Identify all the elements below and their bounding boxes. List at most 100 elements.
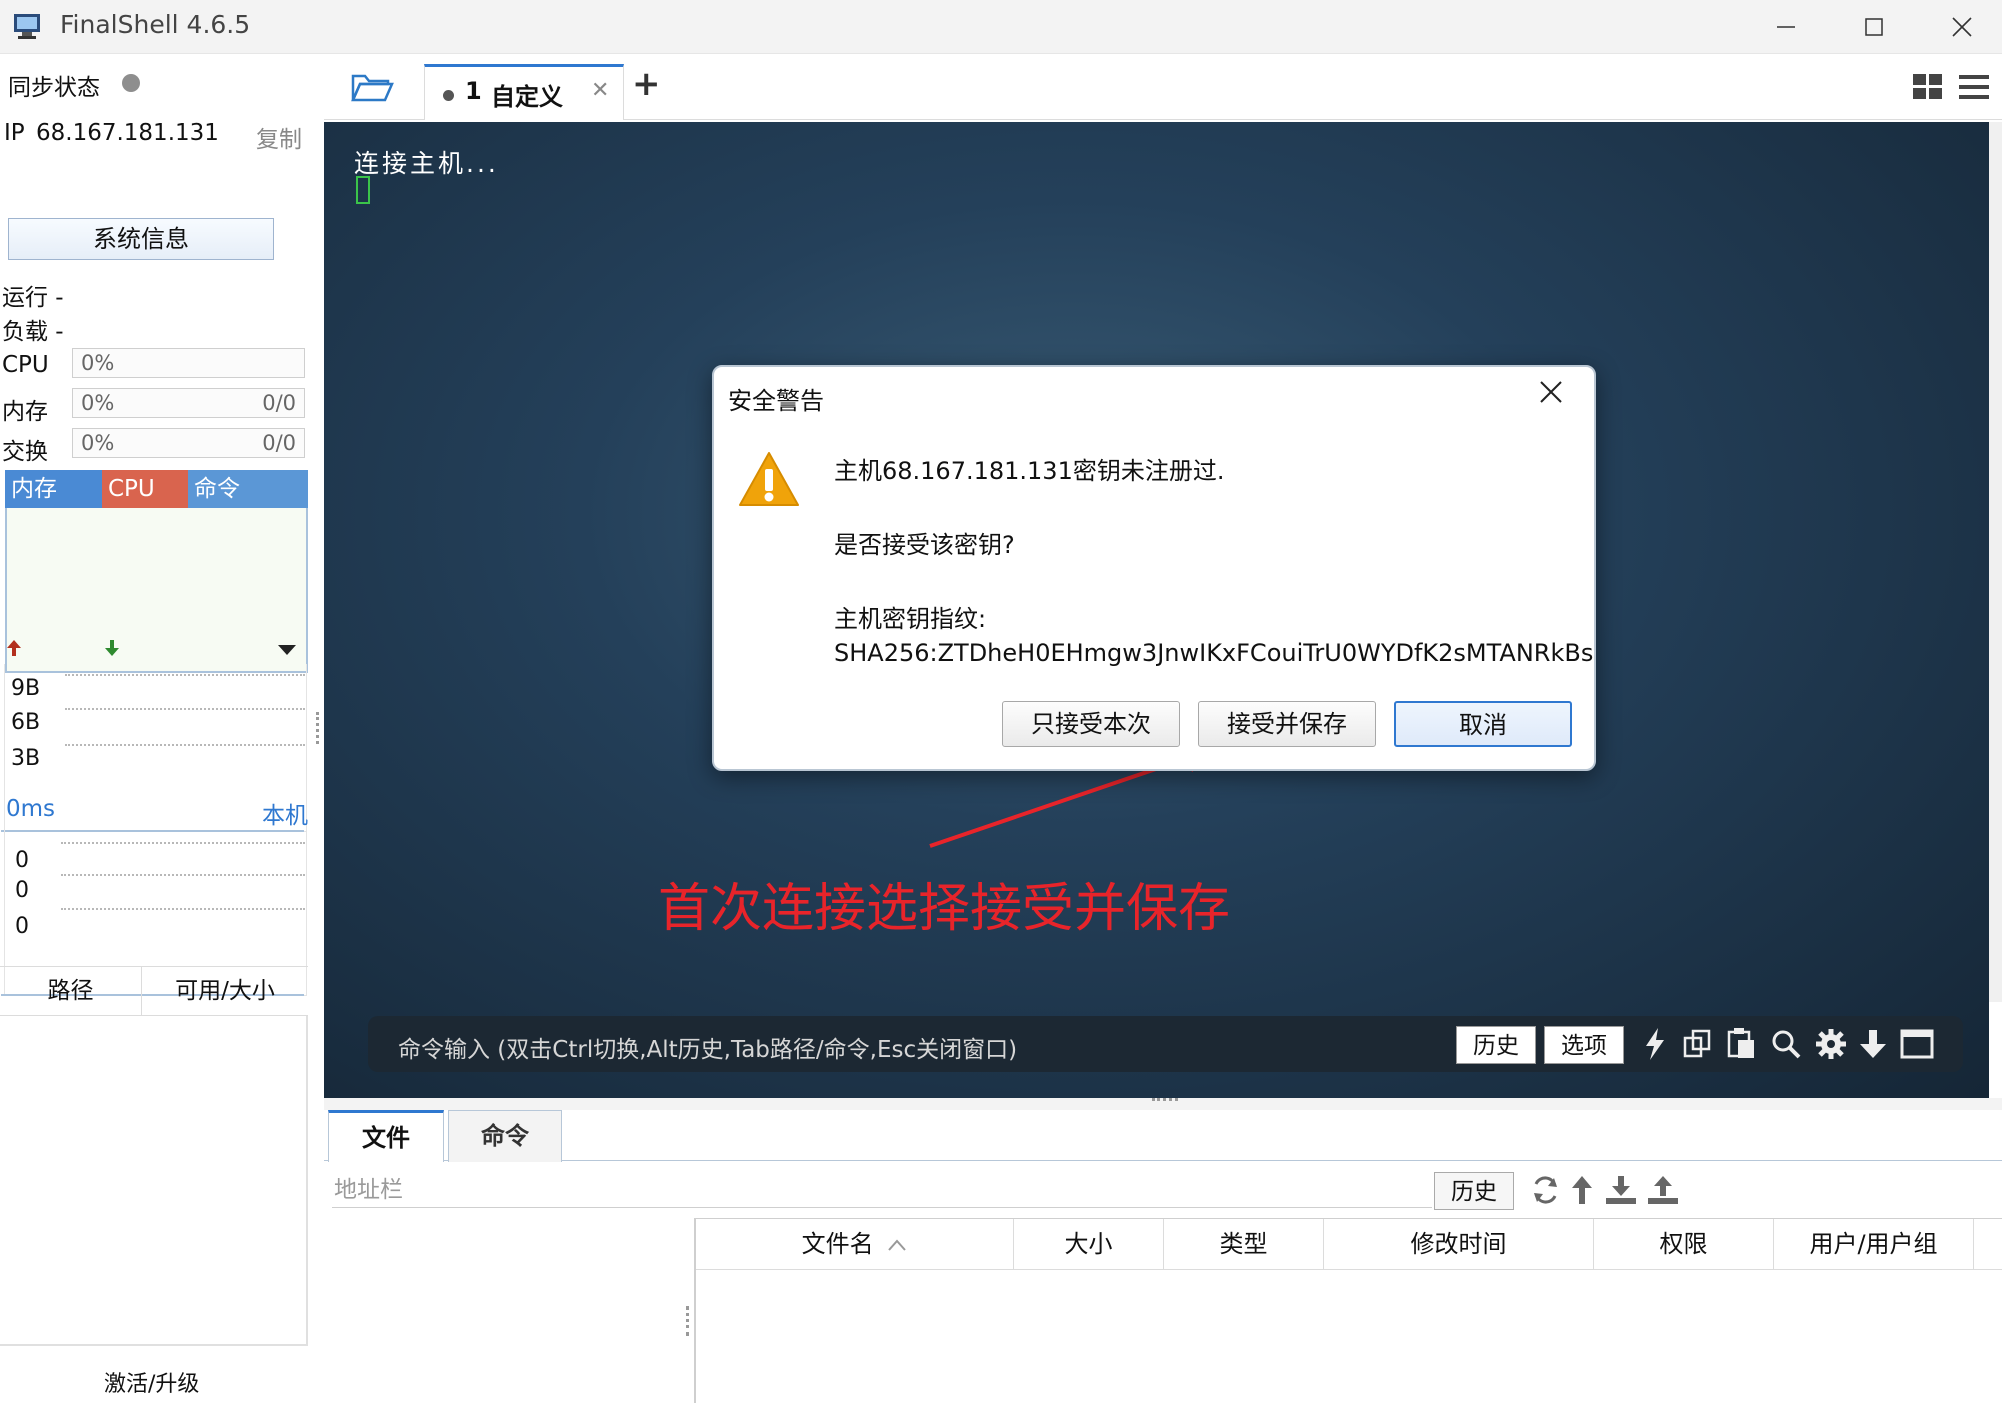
download-file-button[interactable]	[1604, 1174, 1638, 1210]
close-icon	[1952, 17, 1972, 37]
accept-once-button[interactable]: 只接受本次	[1002, 701, 1180, 747]
cancel-button[interactable]: 取消	[1394, 701, 1572, 747]
arrow-down-icon	[1860, 1030, 1886, 1058]
disk-table-header: 路径 可用/大小	[0, 966, 308, 1016]
proc-col-mem[interactable]: 内存	[5, 470, 102, 508]
window-title: FinalShell 4.6.5	[60, 10, 251, 39]
command-options-button[interactable]: 选项	[1544, 1026, 1624, 1064]
net-tick: 9B	[11, 676, 41, 701]
left-panel: 同步状态 IP 68.167.181.131 复制 系统信息 运行 - 负载 -…	[0, 54, 324, 1403]
quick-command-button[interactable]	[1640, 1026, 1670, 1066]
cpu-label: CPU	[2, 352, 49, 378]
accept-and-save-button[interactable]: 接受并保存	[1198, 701, 1376, 747]
col-type[interactable]: 类型	[1164, 1219, 1324, 1269]
latency-value: 0ms	[6, 796, 56, 822]
col-permissions[interactable]: 权限	[1594, 1219, 1774, 1269]
ip-label: IP	[4, 120, 25, 146]
tab-files[interactable]: 文件	[328, 1110, 444, 1162]
upload-icon	[1648, 1176, 1678, 1204]
load-status: 负载 -	[2, 319, 64, 345]
gear-icon	[1816, 1029, 1846, 1059]
process-list-header: 内存 CPU 命令	[5, 470, 308, 508]
col-owner[interactable]: 用户/用户组	[1774, 1219, 1974, 1269]
left-splitter-handle[interactable]	[316, 712, 320, 744]
copy-ip-link[interactable]: 复制	[256, 120, 302, 154]
file-tabs-baseline	[324, 1160, 2002, 1161]
command-input-placeholder[interactable]: 命令输入 (双击Ctrl切换,Alt历史,Tab路径/命令,Esc关闭窗口)	[398, 1030, 1017, 1064]
settings-button[interactable]	[1814, 1027, 1848, 1065]
disk-col-path[interactable]: 路径	[0, 967, 142, 1015]
maximize-button[interactable]	[1830, 0, 1918, 54]
copy-icon	[1683, 1029, 1711, 1058]
session-tab-bar: 1 自定义 ✕ +	[324, 54, 2002, 120]
network-interface-dropdown[interactable]	[276, 642, 298, 661]
swap-total: 0/0	[262, 431, 296, 455]
swap-value: 0%	[81, 431, 115, 455]
hamburger-menu-icon	[1959, 75, 1989, 99]
security-warning-dialog: 安全警告 主机68.167.181.131密钥未注册过. 是否接受该密钥? 主机…	[712, 365, 1596, 771]
col-filename[interactable]: 文件名	[696, 1219, 1014, 1269]
mem-label: 内存	[2, 399, 48, 425]
dialog-message-host: 主机68.167.181.131密钥未注册过.	[834, 457, 1225, 485]
address-history-button[interactable]: 历史	[1434, 1172, 1514, 1210]
tab-status-dot	[443, 90, 454, 101]
parent-dir-button[interactable]	[1570, 1174, 1594, 1210]
main-menu-button[interactable]	[1958, 72, 1990, 106]
dialog-close-button[interactable]	[1538, 379, 1564, 409]
grid-icon	[1913, 74, 1942, 99]
col-filename-label: 文件名	[801, 1230, 874, 1258]
upload-icon	[4, 638, 24, 662]
search-button[interactable]	[1770, 1028, 1802, 1064]
tab-commands[interactable]: 命令	[448, 1110, 562, 1162]
proc-col-cpu[interactable]: CPU	[102, 470, 188, 508]
minimize-button[interactable]	[1742, 0, 1830, 54]
add-tab-button[interactable]: +	[632, 64, 661, 104]
title-bar: FinalShell 4.6.5	[0, 0, 2002, 54]
tab-label: 自定义	[491, 83, 563, 111]
system-info-button[interactable]: 系统信息	[8, 218, 274, 260]
refresh-button[interactable]	[1530, 1174, 1560, 1210]
window-icon	[1900, 1029, 1934, 1059]
open-folder-button[interactable]	[350, 70, 394, 108]
search-icon	[1772, 1030, 1801, 1059]
horizontal-splitter[interactable]	[324, 1098, 2002, 1110]
latency-tick: 0	[15, 878, 29, 903]
command-input-bar[interactable]: 命令输入 (双击Ctrl切换,Alt历史,Tab路径/命令,Esc关闭窗口) 历…	[368, 1016, 1963, 1072]
session-tab-active[interactable]: 1 自定义 ✕	[424, 64, 624, 120]
latency-host[interactable]: 本机	[262, 796, 308, 830]
proc-col-command[interactable]: 命令	[188, 470, 308, 508]
activate-upgrade-link[interactable]: 激活/升级	[104, 1366, 199, 1398]
folder-icon	[351, 74, 394, 102]
col-size[interactable]: 大小	[1014, 1219, 1164, 1269]
maximize-icon	[1865, 18, 1883, 36]
annotation-text: 首次连接选择接受并保存	[658, 879, 1231, 939]
dialog-fingerprint-value: SHA256:ZTDheH0EHmgw3JnwIKxFCouiTrU0WYDfK…	[834, 639, 1594, 667]
mem-meter: 0% 0/0	[72, 388, 305, 418]
terminal-scrollbar[interactable]	[1989, 122, 2002, 1002]
command-history-button[interactable]: 历史	[1456, 1026, 1536, 1064]
disk-col-size[interactable]: 可用/大小	[142, 967, 308, 1015]
layout-toggle-button[interactable]	[1912, 72, 1944, 106]
close-window-button[interactable]	[1918, 0, 2002, 54]
copy-button[interactable]	[1682, 1028, 1714, 1064]
fullscreen-button[interactable]	[1900, 1029, 1934, 1063]
tab-number: 1	[465, 77, 482, 105]
swap-label: 交换	[2, 439, 48, 465]
warning-icon	[738, 451, 800, 511]
dialog-title: 安全警告	[728, 387, 824, 415]
address-bar-input[interactable]: 地址栏	[332, 1172, 1432, 1208]
paste-button[interactable]	[1726, 1026, 1758, 1064]
minimize-icon	[1777, 26, 1795, 28]
download-icon	[102, 638, 122, 662]
file-list-header: 文件名 大小 类型 修改时间 权限 用户/用户组	[696, 1218, 2002, 1270]
scroll-down-button[interactable]	[1858, 1028, 1888, 1064]
net-tick: 6B	[11, 710, 41, 735]
arrow-up-icon	[1572, 1176, 1592, 1204]
latency-tick: 0	[15, 914, 29, 939]
tab-close-icon[interactable]: ✕	[591, 78, 609, 103]
chevron-down-icon	[278, 645, 296, 655]
file-splitter-handle[interactable]	[686, 1306, 690, 1336]
col-modified[interactable]: 修改时间	[1324, 1219, 1594, 1269]
run-status: 运行 -	[2, 285, 64, 311]
upload-file-button[interactable]	[1646, 1174, 1680, 1210]
